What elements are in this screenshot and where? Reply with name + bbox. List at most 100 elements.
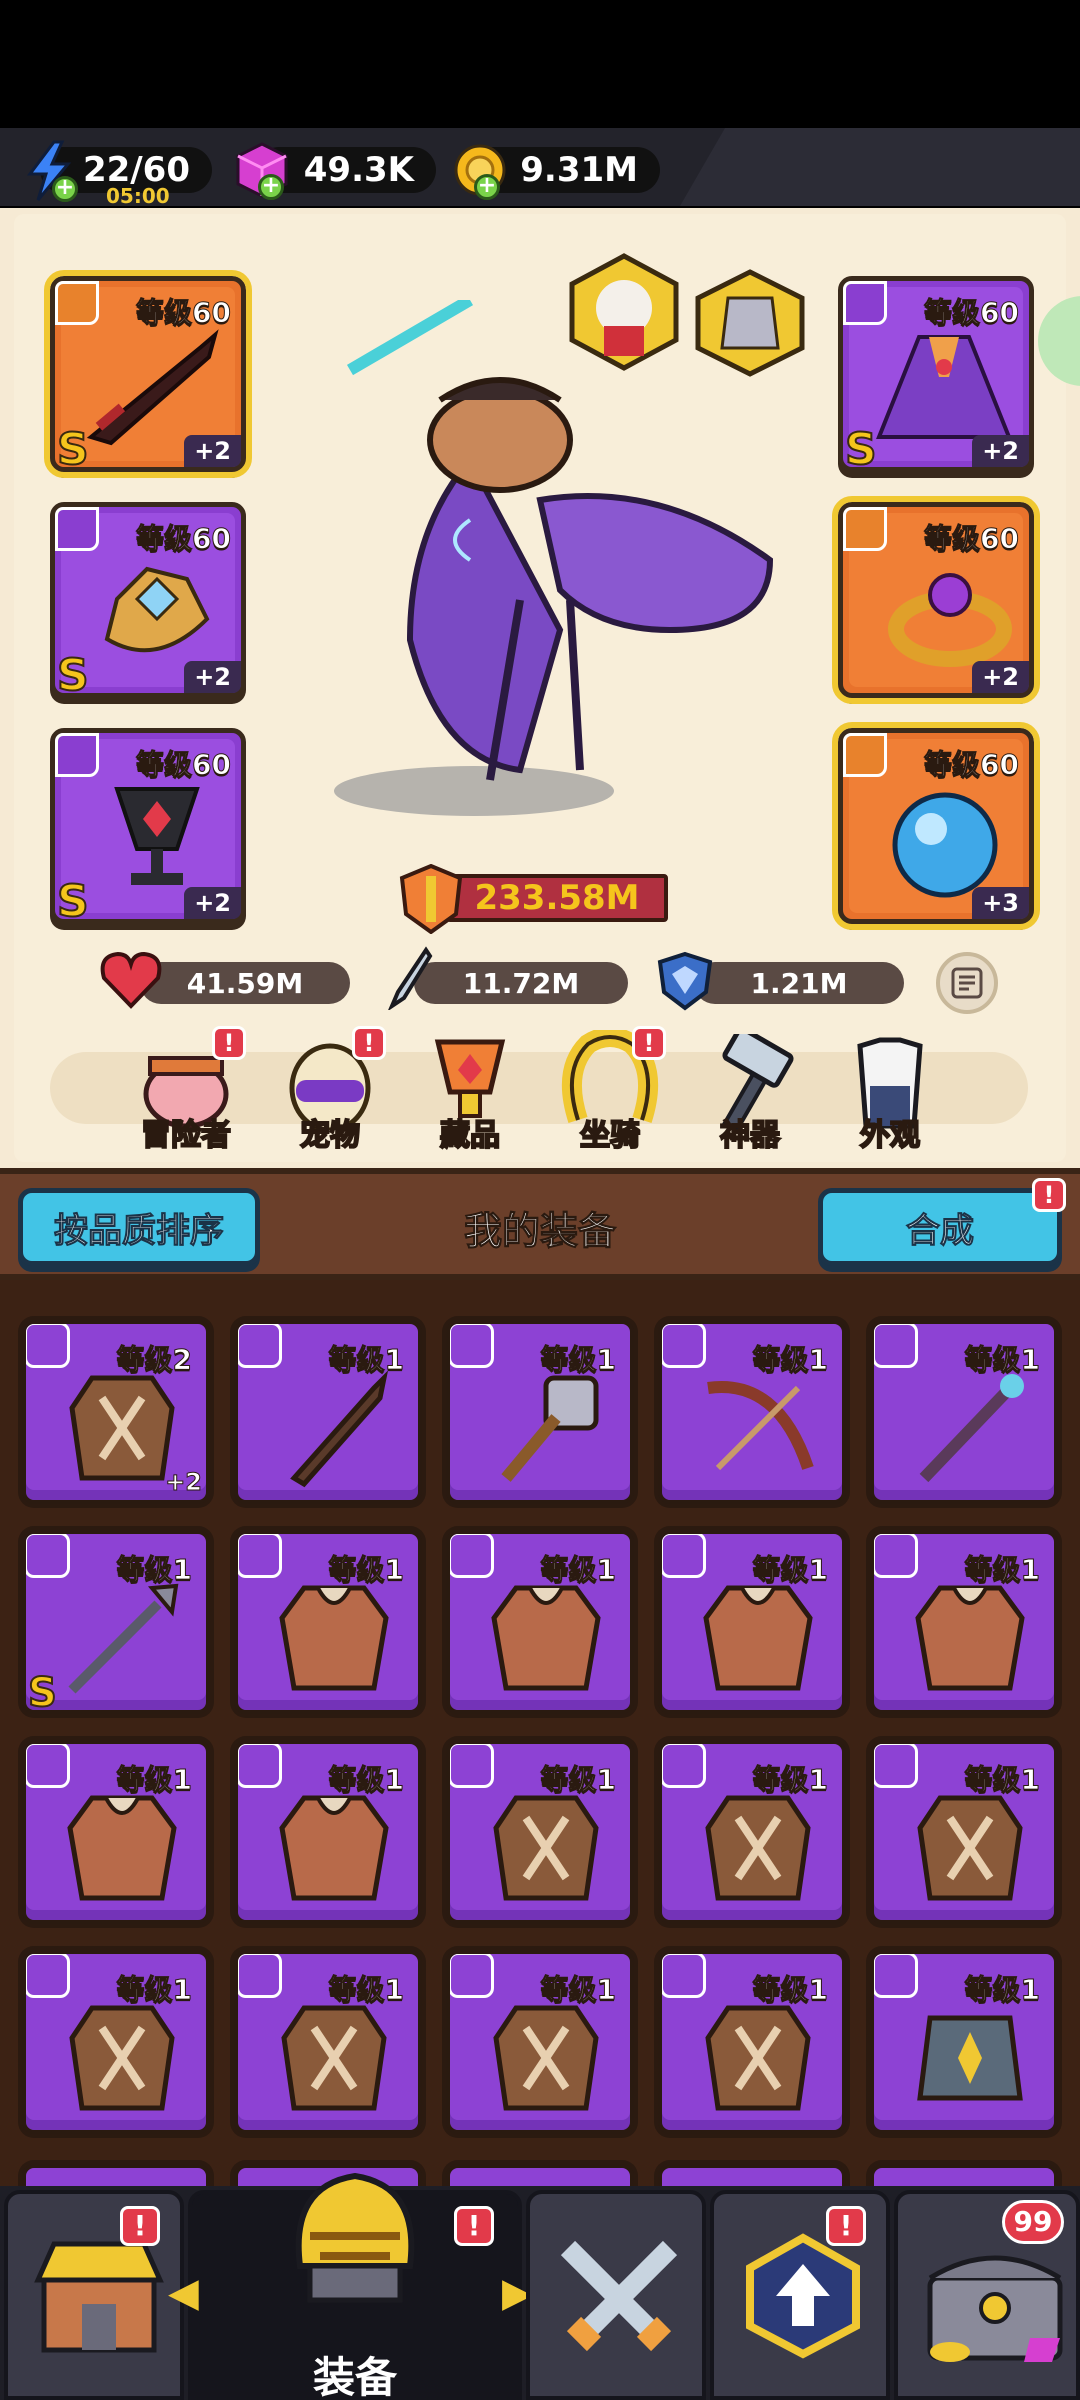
nav-label: 冒险者 [140,1117,232,1154]
item-level: 等级1 [540,1343,616,1377]
item-level: 等级2 [116,1343,192,1377]
gem-value: 49.3K [303,150,414,190]
inventory-item[interactable]: 等级1 [654,1526,850,1718]
equip-slot-helmet[interactable]: 等级60 S +2 [50,502,246,702]
item-type-icon [450,1534,494,1578]
tab-equipment-label: 装备 [312,2353,397,2400]
heart-icon [100,951,162,1009]
item-type-icon [874,1534,918,1578]
upgrade-count: +2 [972,435,1029,467]
equip-level: 等级60 [136,522,232,556]
orb-icon [892,792,998,898]
inventory-item[interactable]: 等级1 [866,1526,1062,1718]
equip-level: 等级60 [136,748,232,782]
sword-stat-icon [388,946,433,1010]
equip-level: 等级60 [924,748,1020,782]
item-type-icon [238,1954,282,1998]
chevron-left-icon[interactable]: ◀ [168,2270,199,2316]
inventory-item[interactable]: 等级2 +2 [18,1316,214,1508]
equip-slot-weapon[interactable]: 等级60 S +2 [44,270,252,478]
equip-slot-armor[interactable]: 等级60 S +2 [838,276,1034,476]
crossed-swords-icon [560,2240,678,2352]
vest-icon [705,1795,811,1901]
upgrade-count: +2 [165,1468,203,1497]
inventory-item[interactable]: 等级1 [442,1736,638,1928]
staff-icon [919,1374,1024,1483]
nav-label: 藏品 [439,1117,501,1154]
shop-badge: ! [120,2206,160,2246]
item-level: 等级1 [752,1763,828,1797]
shop-icon [34,2241,164,2353]
equip-slot-necklace[interactable]: 等级60 S +2 [50,728,246,928]
attack-stat: 11.72M [414,962,628,1004]
treasure-chest-icon [927,2255,1063,2362]
item-level: 等级1 [328,1973,404,2007]
merge-button[interactable]: 合成 [818,1188,1062,1266]
inventory-item[interactable]: 等级1 [442,1316,638,1508]
vest-icon [69,1375,175,1481]
item-type-icon [450,1954,494,1998]
details-icon[interactable] [936,952,998,1014]
inventory-item[interactable]: 等级1 [230,1526,426,1718]
inventory-item[interactable]: 等级1 [866,1316,1062,1508]
mace-icon [501,1375,599,1482]
item-level: 等级1 [752,1973,828,2007]
inventory-item[interactable]: 等级1 [230,1736,426,1928]
item-level: 等级1 [540,1553,616,1587]
inventory-item[interactable]: 等级1 S [18,1526,214,1718]
item-level: 等级1 [540,1763,616,1797]
inventory-item[interactable]: 等级1 [230,1316,426,1508]
tab-battle[interactable] [526,2190,706,2400]
add-gold-icon[interactable]: + [474,174,500,200]
tunic-icon [915,1585,1025,1691]
inventory-item[interactable]: 等级1 [654,1316,850,1508]
item-type-icon [26,1744,70,1788]
hp-stat: 41.59M [140,962,350,1004]
add-gem-icon[interactable]: + [258,174,284,200]
inventory-item[interactable]: 等级1 [230,1946,426,2138]
equip-level: 等级60 [924,296,1020,330]
inventory-item[interactable]: 等级1 [866,1736,1062,1928]
inventory-item[interactable]: 等级1 [442,1526,638,1718]
nav-label: 宠物 [299,1117,361,1154]
inventory-item[interactable]: 等级1 [442,1946,638,2138]
section-title: 我的装备 [463,1209,616,1254]
tunic-icon [279,1795,389,1901]
upgrade-arrow-icon [746,2233,860,2359]
rank-badge: S [27,1669,58,1714]
equip-slot-orb[interactable]: 等级60 +3 [832,722,1040,930]
shield-icon [657,951,713,1011]
equip-slot-ring[interactable]: 等级60 +2 [832,496,1040,704]
ring-type-icon [843,507,887,551]
tunic-icon [491,1585,601,1691]
item-level: 等级1 [964,1343,1040,1377]
power-shield-icon [399,864,463,934]
inventory-item[interactable]: 等级1 [18,1736,214,1928]
item-type-icon [874,1954,918,1998]
tunic-icon [279,1585,389,1691]
inventory-item[interactable]: 等级1 [654,1946,850,2138]
defense-stat: 1.21M [694,962,904,1004]
nav-mount-badge: ! [632,1026,666,1060]
vest-icon [705,2005,811,2111]
item-level: 等级1 [116,1763,192,1797]
sort-by-quality-button[interactable]: 按品质排序 [18,1188,260,1266]
power-value: 233.58M [446,874,668,922]
hero-on-dragon-illustration [346,300,774,781]
nav-adventurer-badge: ! [212,1026,246,1060]
inventory-item[interactable]: 等级1 [654,1736,850,1928]
inventory-items: 等级2 +2 等级1 等级1 等级1 等级1 等级1 S 等级1 等级1 等级1 等级1 等级1 等级1 等… [0,1280,1080,2200]
item-level: 等级1 [116,1553,192,1587]
inventory-item[interactable]: 等级1 [18,1946,214,2138]
upgrade-count: +2 [184,435,241,467]
item-level: 等级1 [752,1343,828,1377]
nav-label: 外观 [859,1117,921,1154]
item-type-icon [662,1744,706,1788]
gold-value: 9.31M [520,150,638,190]
inventory-item[interactable]: 等级1 [866,1946,1062,2138]
upgrade-badge: ! [826,2206,866,2246]
plate-icon [917,2015,1023,2101]
add-energy-icon[interactable]: + [52,176,78,202]
vest-icon [493,2005,599,2111]
vest-icon [281,2005,387,2111]
